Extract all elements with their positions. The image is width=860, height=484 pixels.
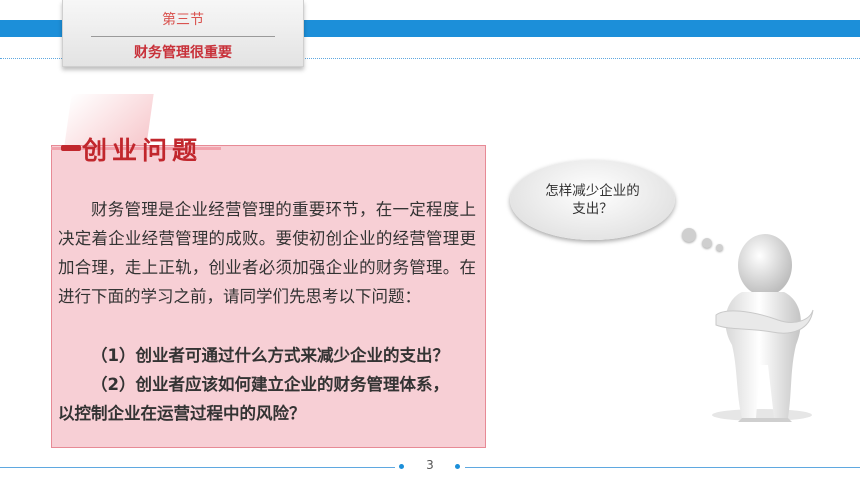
footer-dot-left bbox=[399, 464, 404, 469]
question-2-line-2: 以控制企业在运营过程中的风险？ bbox=[58, 404, 306, 423]
heading-dash-decoration bbox=[61, 145, 81, 151]
footer-dot-right bbox=[455, 464, 460, 469]
intro-paragraph: 财务管理是企业经营管理的重要环节，在一定程度上决定着企业经营管理的成败。要使初创… bbox=[58, 200, 476, 306]
thinking-person-icon bbox=[712, 234, 814, 422]
panel-heading: 创业问题 bbox=[82, 136, 203, 165]
footer-line-left bbox=[0, 467, 395, 468]
section-label: 第三节 bbox=[162, 12, 204, 28]
question-2-line-1: （2）创业者应该如何建立企业的财务管理体系， bbox=[91, 375, 449, 394]
question-1: （1）创业者可通过什么方式来减少企业的支出？ bbox=[91, 346, 449, 365]
footer-line-right bbox=[465, 467, 860, 468]
section-title: 财务管理很重要 bbox=[134, 45, 232, 61]
section-tab: 第三节 财务管理很重要 bbox=[62, 0, 304, 67]
thinking-figure: 怎样减少企业的 支出？ bbox=[510, 160, 830, 430]
section-divider bbox=[91, 36, 275, 37]
page-number: 3 bbox=[426, 458, 434, 472]
